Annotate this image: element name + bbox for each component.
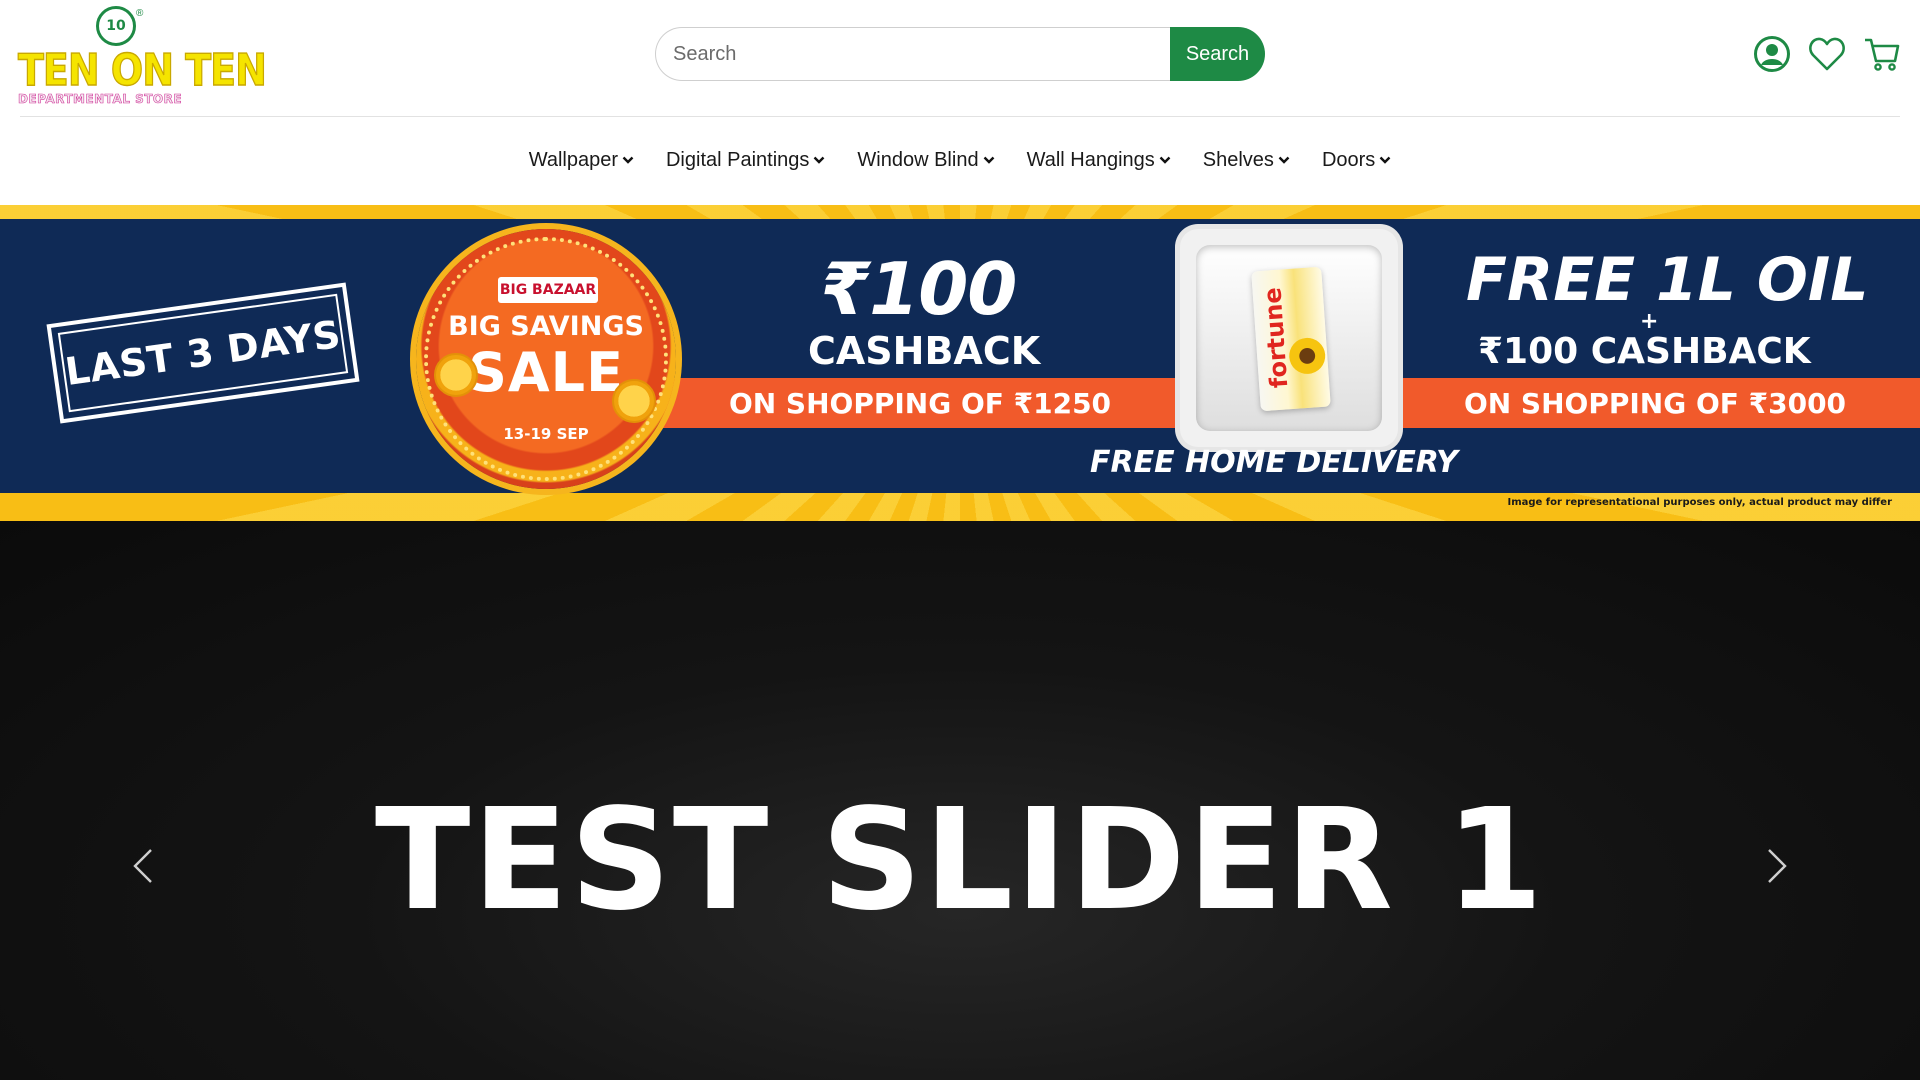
sale-dates: 13-19 SEP: [503, 425, 589, 443]
nav-item-label: Window Blind: [857, 148, 979, 171]
coin-icon: [612, 379, 656, 423]
product-image-frame: fortune: [1180, 229, 1398, 447]
coin-icon: [434, 353, 478, 397]
search-button[interactable]: Search: [1170, 27, 1265, 81]
slide-title: TEST SLIDER 1: [374, 779, 1546, 942]
product-brand-text: fortune: [1258, 286, 1294, 389]
nav-item-wallpaper[interactable]: Wallpaper: [513, 140, 650, 180]
offer2-condition: ON SHOPPING OF ₹3000: [1463, 386, 1847, 420]
chevron-down-icon: [1278, 154, 1290, 166]
store-tag: BIG BAZAAR: [498, 277, 598, 303]
nav-item-label: Digital Paintings: [665, 148, 810, 171]
hero-slider: TEST SLIDER 1: [0, 521, 1920, 1080]
last-days-text: LAST 3 DAYS: [62, 311, 344, 395]
slider-next-button[interactable]: [1752, 841, 1802, 891]
chevron-down-icon: [983, 154, 995, 166]
nav-item-label: Wallpaper: [528, 148, 618, 171]
product-image-tray: fortune: [1196, 245, 1382, 431]
nav-item-doors[interactable]: Doors: [1306, 140, 1407, 180]
promo-banner[interactable]: LAST 3 DAYS BIG BAZAAR BIG SAVINGS SALE …: [0, 205, 1920, 521]
oil-pouch-image: fortune: [1251, 266, 1331, 412]
chevron-down-icon: [1379, 154, 1391, 166]
cart-icon[interactable]: [1862, 34, 1902, 74]
cashback-condition: ON SHOPPING OF ₹1250: [728, 386, 1112, 420]
store-logo[interactable]: 10 ® TEN ON TEN DEPARTMENTAL STORE: [17, 6, 268, 106]
offer2-cashback: ₹100 CASHBACK: [1478, 331, 1811, 372]
cashback-label: CASHBACK: [808, 329, 1041, 373]
chevron-right-icon: [1768, 849, 1787, 883]
site-header: 10 ® TEN ON TEN DEPARTMENTAL STORE Searc…: [0, 0, 1920, 118]
logo-subtitle: DEPARTMENTAL STORE: [18, 92, 183, 107]
category-nav: Wallpaper Digital Paintings Window Blind…: [0, 140, 1920, 180]
search-input[interactable]: [655, 27, 1180, 81]
registered-mark: ®: [136, 8, 144, 19]
nav-item-label: Doors: [1321, 148, 1376, 171]
nav-item-wall-hangings[interactable]: Wall Hangings: [1011, 140, 1187, 180]
sunflower-icon: [1288, 336, 1327, 376]
slider-prev-button[interactable]: [118, 841, 168, 891]
free-delivery-text: FREE HOME DELIVERY: [1090, 445, 1458, 480]
nav-item-label: Shelves: [1202, 148, 1274, 171]
wishlist-heart-icon[interactable]: [1807, 34, 1847, 74]
offer2-title: FREE 1L OIL: [1466, 245, 1869, 315]
big-savings-sale-badge: BIG BAZAAR BIG SAVINGS SALE 13-19 SEP: [416, 229, 676, 489]
chevron-down-icon: [1159, 154, 1171, 166]
nav-item-shelves[interactable]: Shelves: [1187, 140, 1306, 180]
nav-item-digital-paintings[interactable]: Digital Paintings: [650, 140, 841, 180]
user-account-icon[interactable]: [1752, 34, 1792, 74]
banner-disclaimer: Image for representational purposes only…: [1507, 497, 1892, 508]
logo-badge: 10: [96, 6, 136, 46]
header-divider: [20, 116, 1900, 117]
nav-item-window-blind[interactable]: Window Blind: [841, 140, 1010, 180]
sale-line-1: BIG SAVINGS: [448, 311, 644, 342]
search-bar: Search: [655, 27, 1265, 81]
logo-wordmark: TEN ON TEN: [17, 44, 267, 96]
chevron-down-icon: [622, 154, 634, 166]
cashback-amount: ₹100: [820, 247, 1017, 331]
nav-item-label: Wall Hangings: [1026, 148, 1155, 171]
chevron-left-icon: [133, 849, 152, 883]
chevron-down-icon: [813, 154, 825, 166]
